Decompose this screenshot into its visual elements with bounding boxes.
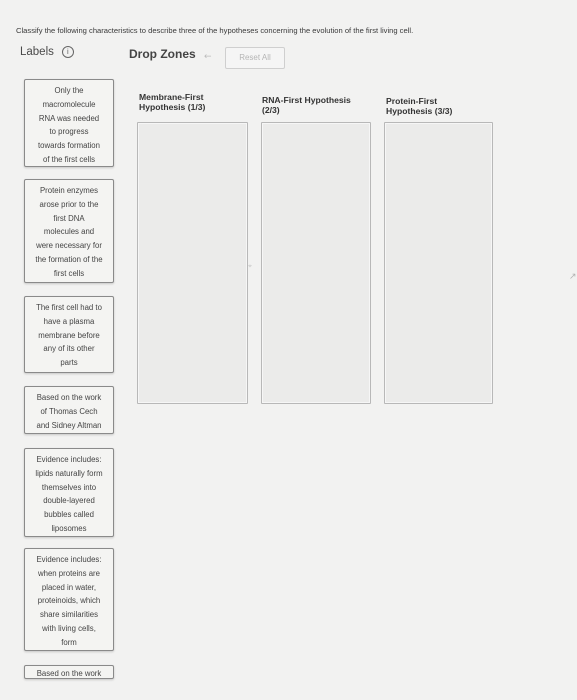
- back-arrow-icon: ←: [204, 52, 212, 62]
- zone-title-rna-first: RNA-First Hypothesis (2/3): [262, 95, 351, 115]
- labels-heading: Labels: [20, 46, 54, 58]
- drop-zone-membrane-first[interactable]: [137, 122, 248, 404]
- cursor-icon: ⌖: [248, 262, 252, 270]
- label-card[interactable]: Based on the work: [24, 665, 114, 679]
- label-card[interactable]: Only the macromolecule RNA was needed to…: [24, 79, 114, 167]
- label-card[interactable]: Based on the work of Thomas Cech and Sid…: [24, 386, 114, 434]
- reset-all-button[interactable]: Reset All: [225, 47, 285, 69]
- label-card[interactable]: The first cell had to have a plasma memb…: [24, 296, 114, 373]
- label-card[interactable]: Evidence includes: when proteins are pla…: [24, 548, 114, 651]
- pointer-icon: ↗: [569, 272, 577, 282]
- label-card[interactable]: Protein enzymes arose prior to the first…: [24, 179, 114, 283]
- zone-title-membrane-first: Membrane-First Hypothesis (1/3): [139, 92, 206, 112]
- dropzones-heading: Drop Zones: [129, 47, 196, 61]
- instructions-text: Classify the following characteristics t…: [16, 26, 414, 35]
- zone-title-protein-first: Protein-First Hypothesis (3/3): [386, 96, 453, 116]
- labels-header: Labels i: [20, 46, 74, 58]
- drop-zone-rna-first[interactable]: [261, 122, 371, 404]
- info-icon[interactable]: i: [61, 46, 74, 58]
- label-card[interactable]: Evidence includes: lipids naturally form…: [24, 448, 114, 537]
- drop-zone-protein-first[interactable]: [384, 122, 493, 404]
